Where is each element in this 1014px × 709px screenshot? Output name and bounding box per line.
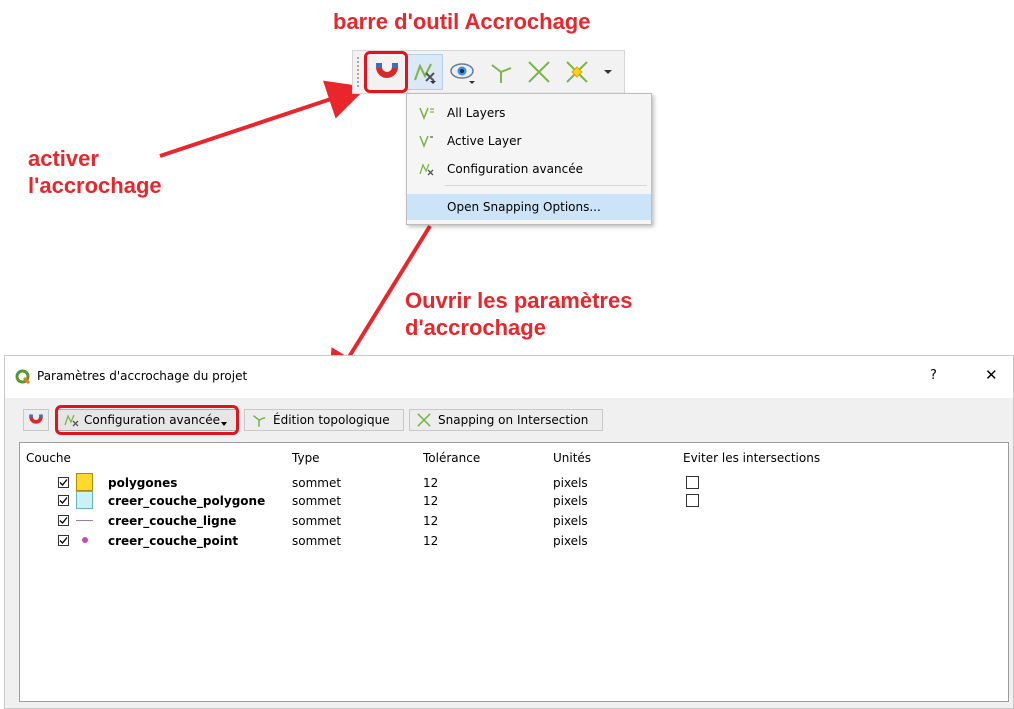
advanced-config-icon (414, 63, 436, 84)
snapping-intersection-icon (566, 61, 588, 83)
topological-editing-toggle[interactable]: Édition topologique (244, 409, 404, 431)
qgis-logo-icon (15, 369, 31, 385)
layer-name: creer_couche_polygone (108, 494, 266, 508)
menu-item-label: Open Snapping Options... (447, 200, 601, 214)
dialog-titlebar: Paramètres d'accrochage du projet ? ✕ (5, 356, 1013, 398)
annotation-open-line2: d'accrochage (405, 315, 546, 340)
menu-separator (445, 185, 647, 186)
annotation-open-line1: Ouvrir les paramètres (405, 288, 633, 313)
snapping-on-intersection-label: Snapping on Intersection (438, 413, 589, 427)
layer-units[interactable]: pixels (553, 514, 588, 528)
polygon-cyan-symbol (76, 491, 93, 509)
menu-item-active-layer[interactable]: Active Layer (407, 128, 651, 154)
menu-item-advanced-config[interactable]: Configuration avancée (407, 156, 651, 182)
arrow-to-magnet (159, 80, 368, 158)
point-symbol (82, 537, 88, 543)
menu-item-open-snapping-options[interactable]: Open Snapping Options... (407, 194, 651, 220)
line-symbol (76, 520, 93, 521)
table-row[interactable]: creer_couche_point sommet 12 pixels (20, 531, 1008, 551)
layer-type[interactable]: sommet (292, 534, 341, 548)
annotation-open-options: Ouvrir les paramètres d'accrochage (405, 287, 632, 341)
magnet-icon (29, 414, 43, 424)
menu-item-label: All Layers (447, 106, 506, 120)
snapping-on-intersection-toggle[interactable]: Snapping on Intersection (409, 409, 603, 431)
table-row[interactable]: creer_couche_polygone sommet 12 pixels (20, 491, 1008, 511)
layer-name: creer_couche_ligne (108, 514, 237, 528)
layer-type[interactable]: sommet (292, 494, 341, 508)
annotation-toolbar-title: barre d'outil Accrochage (333, 9, 591, 34)
layer-units[interactable]: pixels (553, 476, 588, 490)
topology-icon (252, 415, 266, 427)
dropdown-arrow-icon (604, 70, 612, 74)
avoid-intersections-checkbox[interactable] (686, 476, 699, 489)
snapping-mode-menu: All Layers Active Layer Configuration av… (406, 93, 652, 225)
avoid-intersections-checkbox[interactable] (686, 494, 699, 507)
advanced-config-toolbar-button[interactable] (407, 54, 443, 90)
layer-units[interactable]: pixels (553, 494, 588, 508)
table-row[interactable]: creer_couche_ligne sommet 12 pixels (20, 511, 1008, 531)
all-layers-icon (419, 107, 434, 120)
column-header-units[interactable]: Unités (553, 451, 591, 465)
layer-tolerance[interactable]: 12 (423, 494, 438, 508)
column-header-couche[interactable]: Couche (26, 451, 71, 465)
intersection-icon (528, 61, 550, 83)
checkmark-icon (59, 537, 68, 544)
layer-enabled-checkbox[interactable] (58, 495, 69, 506)
intersection-icon (417, 413, 431, 427)
layer-enabled-checkbox[interactable] (58, 535, 69, 546)
highlight-advanced-config (55, 405, 239, 435)
column-header-avoid-intersections[interactable]: Eviter les intersections (683, 451, 820, 465)
close-button[interactable]: ✕ (985, 366, 998, 384)
menu-item-label: Active Layer (447, 134, 522, 148)
column-header-tolerance[interactable]: Tolérance (423, 451, 480, 465)
advanced-config-icon (419, 163, 434, 176)
menu-item-label: Configuration avancée (447, 162, 583, 176)
dialog-enable-snapping-button[interactable] (23, 409, 49, 431)
polygon-yellow-symbol (76, 473, 93, 491)
annotation-activate-line1: activer (28, 146, 99, 171)
snapping-on-intersection-button[interactable] (559, 54, 595, 90)
snapping-options-dialog: Paramètres d'accrochage du projet ? ✕ Co… (4, 355, 1014, 709)
layer-tolerance[interactable]: 12 (423, 514, 438, 528)
layers-snapping-table: Couche Type Tolérance Unités Eviter les … (19, 442, 1009, 702)
layer-name: creer_couche_point (108, 534, 239, 548)
dialog-title: Paramètres d'accrochage du projet (37, 369, 248, 383)
layer-type[interactable]: sommet (292, 476, 341, 490)
column-header-type[interactable]: Type (292, 451, 320, 465)
layer-units[interactable]: pixels (553, 534, 588, 548)
highlight-enable-snapping (364, 51, 408, 93)
layer-enabled-checkbox[interactable] (58, 477, 69, 488)
table-row[interactable]: polygones sommet 12 pixels (20, 473, 1008, 493)
topological-editing-label: Édition topologique (273, 413, 390, 427)
layer-name: polygones (108, 476, 178, 490)
eye-icon (450, 63, 475, 84)
annotation-activate: activer l'accrochage (28, 145, 162, 199)
layer-enabled-checkbox[interactable] (58, 515, 69, 526)
intersection-button[interactable] (521, 54, 557, 90)
layer-tolerance[interactable]: 12 (423, 476, 438, 490)
checkmark-icon (59, 479, 68, 486)
checkmark-icon (59, 497, 68, 504)
menu-item-all-layers[interactable]: All Layers (407, 100, 651, 126)
help-button[interactable]: ? (930, 368, 937, 383)
annotation-activate-line2: l'accrochage (28, 173, 162, 198)
toolbar-overflow-button[interactable] (597, 54, 619, 90)
layer-tolerance[interactable]: 12 (423, 534, 438, 548)
active-layer-icon (419, 135, 433, 148)
snapping-type-button[interactable] (445, 54, 481, 90)
topology-icon (491, 64, 512, 83)
checkmark-icon (59, 517, 68, 524)
toolbar-grip[interactable] (357, 57, 363, 87)
layer-type[interactable]: sommet (292, 514, 341, 528)
topological-editing-button[interactable] (483, 54, 519, 90)
